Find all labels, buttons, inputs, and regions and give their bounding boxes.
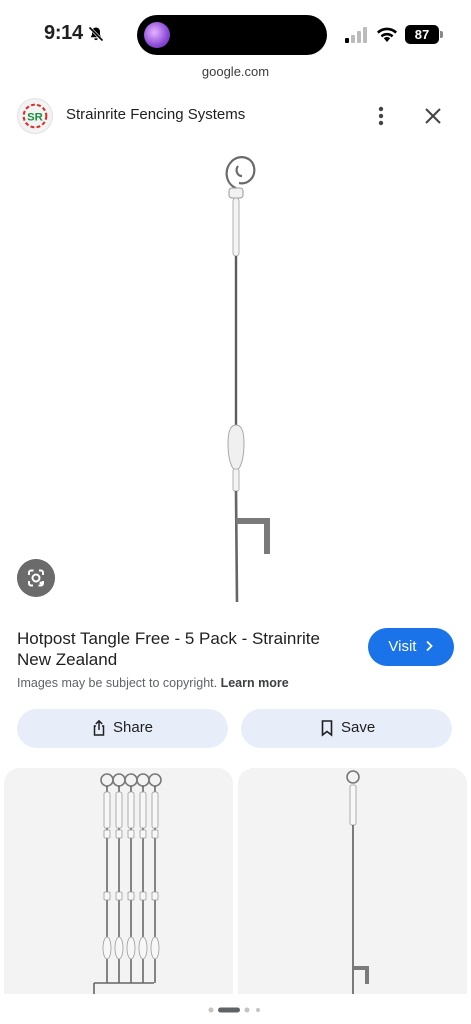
related-image-5-pack[interactable] [4,768,233,994]
status-bar: 9:14 87 [0,0,471,62]
share-icon [93,719,105,736]
more-vert-icon[interactable] [370,102,392,130]
save-button[interactable]: Save [241,709,452,748]
now-playing-avatar [144,22,170,48]
bottom-bar [0,996,471,1024]
close-icon[interactable] [420,103,446,129]
related-image-single-post[interactable] [238,768,467,994]
site-name[interactable]: Strainrite Fencing Systems [66,106,245,123]
cellular-signal-icon [345,27,367,43]
svg-text:SR: SR [27,111,43,123]
battery-indicator: 87 [405,25,443,44]
wifi-icon [377,27,397,42]
site-header: SR Strainrite Fencing Systems [0,96,471,136]
visit-label: Visit [388,638,417,655]
product-image[interactable] [0,140,471,610]
dynamic-island [137,15,327,55]
copyright-text: Images may be subject to copyright. [17,676,218,690]
share-button[interactable]: Share [17,709,228,748]
learn-more-link[interactable]: Learn more [221,676,289,690]
visit-button[interactable]: Visit [368,628,454,666]
copyright-note: Images may be subject to copyright. Lear… [17,676,289,690]
chevron-right-icon [425,640,433,652]
bell-slash-icon [88,26,104,42]
save-label: Save [341,719,376,736]
page-indicator[interactable] [208,1007,268,1013]
share-label: Share [113,719,154,736]
status-time: 9:14 [44,22,83,44]
bookmark-icon [321,720,333,737]
google-lens-icon[interactable] [17,559,55,597]
result-title[interactable]: Hotpost Tangle Free - 5 Pack - Strainrit… [17,628,352,670]
site-logo: SR [17,98,53,134]
url-bar[interactable]: google.com [0,64,471,79]
